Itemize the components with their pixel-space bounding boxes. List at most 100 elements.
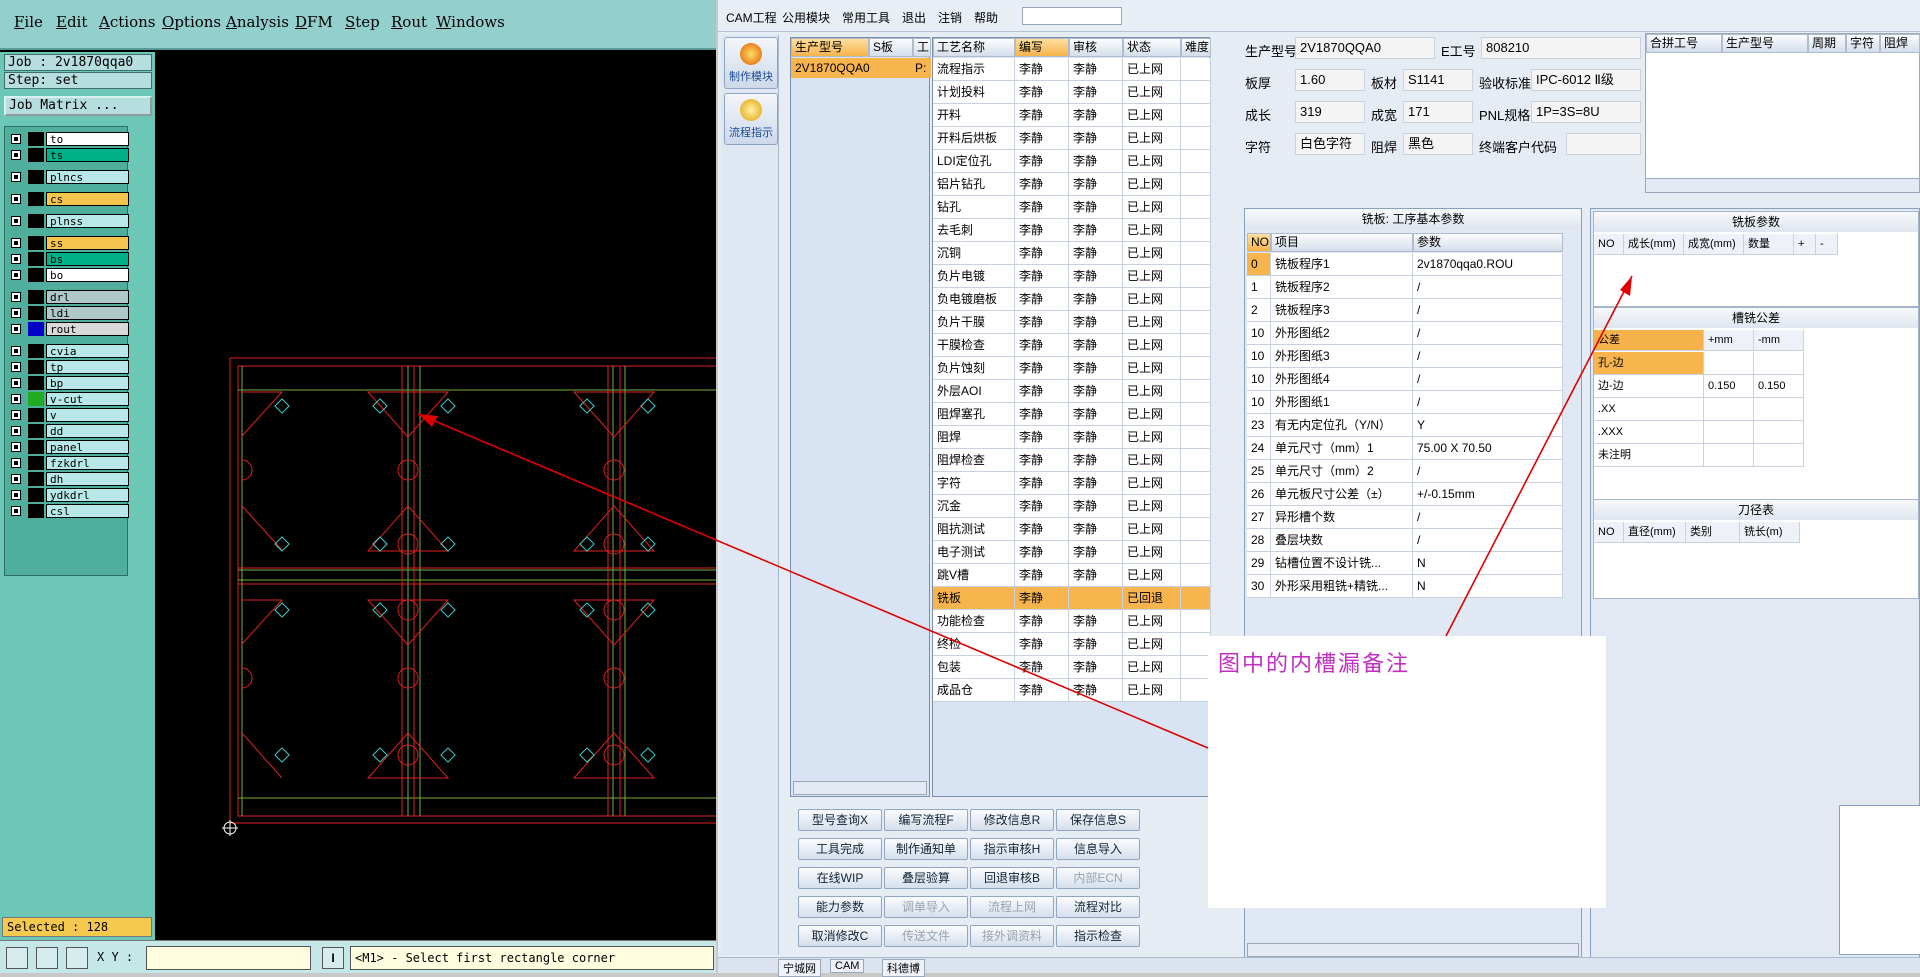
- merge-header[interactable]: 周期: [1808, 34, 1846, 53]
- process-row[interactable]: 终检 李静 李静 已上网: [933, 633, 1211, 656]
- params-row[interactable]: 10 外形图纸4/: [1247, 368, 1563, 391]
- process-row[interactable]: 负片电镀 李静 李静 已上网: [933, 265, 1211, 288]
- process-header[interactable]: 审核: [1069, 38, 1123, 57]
- merge-header[interactable]: 合拼工号: [1646, 34, 1722, 53]
- process-row[interactable]: 铣板 李静 已回退: [933, 587, 1211, 610]
- layer-checkbox[interactable]: [11, 324, 21, 334]
- right-menu-item[interactable]: 公用模块: [782, 9, 830, 26]
- menu-step[interactable]: Step: [345, 13, 380, 31]
- process-row[interactable]: 开料后烘板 李静 李静 已上网: [933, 127, 1211, 150]
- info-value[interactable]: 2V1870QQA0: [1295, 37, 1435, 59]
- module-dropdown[interactable]: [1022, 7, 1122, 25]
- action-button[interactable]: 工具完成: [798, 838, 882, 860]
- info-value[interactable]: 1.60: [1295, 69, 1365, 91]
- process-header[interactable]: 编写: [1015, 38, 1069, 57]
- process-row[interactable]: LDI定位孔 李静 李静 已上网: [933, 150, 1211, 173]
- layer-checkbox[interactable]: [11, 308, 21, 318]
- action-button[interactable]: 制作通知单: [884, 838, 968, 860]
- process-row[interactable]: 阻焊塞孔 李静 李静 已上网: [933, 403, 1211, 426]
- layer-row-drl[interactable]: drl: [8, 290, 129, 304]
- process-row[interactable]: 电子测试 李静 李静 已上网: [933, 541, 1211, 564]
- merge-hscroll[interactable]: [1646, 178, 1919, 192]
- layer-checkbox[interactable]: [11, 238, 21, 248]
- layer-checkbox[interactable]: [11, 378, 21, 388]
- params-hscroll[interactable]: [1247, 943, 1579, 957]
- info-value[interactable]: 白色字符: [1295, 133, 1365, 155]
- params-row[interactable]: 1 铣板程序2/: [1247, 276, 1563, 299]
- layer-checkbox[interactable]: [11, 362, 21, 372]
- flow-guide-button[interactable]: 流程指示: [724, 93, 778, 145]
- layer-row-fzkdrl[interactable]: fzkdrl: [8, 456, 129, 470]
- layer-checkbox[interactable]: [11, 150, 21, 160]
- memo-box[interactable]: [1839, 805, 1920, 955]
- process-row[interactable]: 负片干膜 李静 李静 已上网: [933, 311, 1211, 334]
- coord-input[interactable]: [146, 946, 311, 970]
- process-row[interactable]: 阻抗测试 李静 李静 已上网: [933, 518, 1211, 541]
- layer-row-dh[interactable]: dh: [8, 472, 129, 486]
- layer-checkbox[interactable]: [11, 254, 21, 264]
- layer-row-v[interactable]: v: [8, 408, 129, 422]
- menu-rout[interactable]: Rout: [391, 13, 427, 31]
- params-row[interactable]: 10 外形图纸2/: [1247, 322, 1563, 345]
- right-menu-item[interactable]: 帮助: [974, 9, 998, 26]
- process-row[interactable]: 阻焊检查 李静 李静 已上网: [933, 449, 1211, 472]
- menu-options[interactable]: Options: [162, 13, 221, 31]
- grid-icon[interactable]: [66, 947, 88, 969]
- mill-params-header[interactable]: 成宽(mm): [1684, 234, 1744, 255]
- layer-checkbox[interactable]: [11, 458, 21, 468]
- layer-row-ldi[interactable]: ldi: [8, 306, 129, 320]
- info-value[interactable]: S1141: [1403, 69, 1473, 91]
- tolerance-header[interactable]: +mm: [1704, 330, 1754, 351]
- info-value[interactable]: 1P=3S=8U: [1531, 101, 1641, 123]
- layer-checkbox[interactable]: [11, 270, 21, 280]
- process-row[interactable]: 外层AOI 李静 李静 已上网: [933, 380, 1211, 403]
- process-row[interactable]: 钻孔 李静 李静 已上网: [933, 196, 1211, 219]
- layer-row-cs[interactable]: cs: [8, 192, 129, 206]
- right-menu-item[interactable]: CAM工程: [726, 9, 777, 26]
- layer-checkbox[interactable]: [11, 442, 21, 452]
- menu-windows[interactable]: Windows: [436, 13, 505, 31]
- process-row[interactable]: 去毛刺 李静 李静 已上网: [933, 219, 1211, 242]
- action-button[interactable]: 能力参数: [798, 896, 882, 918]
- layer-row-ydkdrl[interactable]: ydkdrl: [8, 488, 129, 502]
- process-header[interactable]: 状态: [1123, 38, 1181, 57]
- info-value[interactable]: 808210: [1481, 37, 1641, 59]
- status-tab[interactable]: 科德博: [882, 959, 925, 977]
- layer-checkbox[interactable]: [11, 172, 21, 182]
- layer-row-ss[interactable]: ss: [8, 236, 129, 250]
- info-value[interactable]: 黑色: [1403, 133, 1473, 155]
- model-list-header[interactable]: S板: [869, 38, 913, 57]
- tool-header[interactable]: 直径(mm): [1624, 522, 1686, 543]
- params-row[interactable]: 23 有无内定位孔（Y/N） Y: [1247, 414, 1563, 437]
- model-list-header[interactable]: 工: [913, 38, 931, 57]
- process-header[interactable]: 难度: [1181, 38, 1211, 57]
- process-row[interactable]: 阻焊 李静 李静 已上网: [933, 426, 1211, 449]
- info-value[interactable]: 171: [1403, 101, 1473, 123]
- params-row[interactable]: 25 单元尺寸（mm）2/: [1247, 460, 1563, 483]
- params-row[interactable]: 27 异形槽个数 /: [1247, 506, 1563, 529]
- layer-row-cvia[interactable]: cvia: [8, 344, 129, 358]
- process-row[interactable]: 字符 李静 李静 已上网: [933, 472, 1211, 495]
- layer-row-v-cut[interactable]: v-cut: [8, 392, 129, 406]
- params-row[interactable]: 10 外形图纸1/: [1247, 391, 1563, 414]
- process-row[interactable]: 开料 李静 李静 已上网: [933, 104, 1211, 127]
- action-button[interactable]: 保存信息S: [1056, 809, 1140, 831]
- params-row[interactable]: 0 铣板程序1 2v1870qqa0.ROU: [1247, 253, 1563, 276]
- process-row[interactable]: 跳V槽 李静 李静 已上网: [933, 564, 1211, 587]
- merge-header[interactable]: 阻焊: [1880, 34, 1920, 53]
- params-header[interactable]: 参数: [1413, 233, 1563, 252]
- drawing-canvas[interactable]: [160, 52, 721, 940]
- mill-params-header[interactable]: NO: [1594, 234, 1624, 255]
- right-menu-item[interactable]: 注销: [938, 9, 962, 26]
- layer-checkbox[interactable]: [11, 292, 21, 302]
- right-menu-item[interactable]: 常用工具: [842, 9, 890, 26]
- layer-checkbox[interactable]: [11, 134, 21, 144]
- params-row[interactable]: 24 单元尺寸（mm）1 75.00 X 70.50: [1247, 437, 1563, 460]
- tolerance-header[interactable]: -mm: [1754, 330, 1804, 351]
- layer-row-plncs[interactable]: plncs: [8, 170, 129, 184]
- status-tab[interactable]: 宁城网: [778, 959, 821, 977]
- mill-params-header[interactable]: -: [1816, 234, 1838, 255]
- params-row[interactable]: 26 单元板尺寸公差（±） +/-0.15mm: [1247, 483, 1563, 506]
- layer-row-to[interactable]: to: [8, 132, 129, 146]
- action-button[interactable]: 回退审核B: [970, 867, 1054, 889]
